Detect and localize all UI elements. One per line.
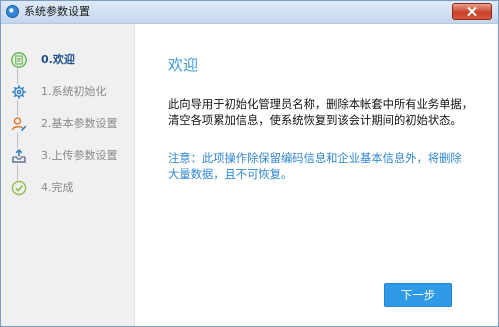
step-label: 4.完成 xyxy=(41,181,74,194)
wizard-steps-sidebar: 0.欢迎 1.系统初始化 2.基本参数设置 3.上传参数设置 4.完成 xyxy=(1,24,135,326)
next-button[interactable]: 下一步 xyxy=(384,283,452,307)
wizard-content: 欢迎 此向导用于初始化管理员名称，删除本帐套中所有业务单据，清空各项累加信息，使… xyxy=(135,24,498,326)
document-icon xyxy=(11,52,27,68)
step-upload-params: 3.上传参数设置 xyxy=(9,146,133,166)
close-button[interactable] xyxy=(452,3,492,20)
check-circle-icon xyxy=(11,180,27,196)
app-icon xyxy=(6,5,19,18)
step-label: 1.系统初始化 xyxy=(41,85,107,98)
upload-tray-icon xyxy=(11,148,27,164)
step-label: 2.基本参数设置 xyxy=(41,117,118,130)
page-title: 欢迎 xyxy=(168,56,199,74)
window-title: 系统参数设置 xyxy=(24,5,90,18)
dialog-window: 系统参数设置 0.欢迎 1.系统初始化 2.基本参数设置 3.上传参数设置 4.… xyxy=(0,0,499,327)
user-edit-icon xyxy=(11,116,27,132)
gear-icon xyxy=(11,84,27,100)
step-label: 0.欢迎 xyxy=(41,53,75,66)
close-icon xyxy=(467,7,477,16)
warning-note: 注意：此项操作除保留编码信息和企业基本信息外，将删除大量数据，且不可恢复。 xyxy=(168,152,462,181)
step-system-init: 1.系统初始化 xyxy=(9,82,133,102)
step-finish: 4.完成 xyxy=(9,178,133,198)
step-label: 3.上传参数设置 xyxy=(41,149,118,162)
step-basic-params: 2.基本参数设置 xyxy=(9,114,133,134)
title-bar[interactable]: 系统参数设置 xyxy=(1,1,498,24)
step-welcome: 0.欢迎 xyxy=(9,50,133,70)
description-text: 此向导用于初始化管理员名称，删除本帐套中所有业务单据，清空各项累加信息，使系统恢… xyxy=(168,98,474,127)
